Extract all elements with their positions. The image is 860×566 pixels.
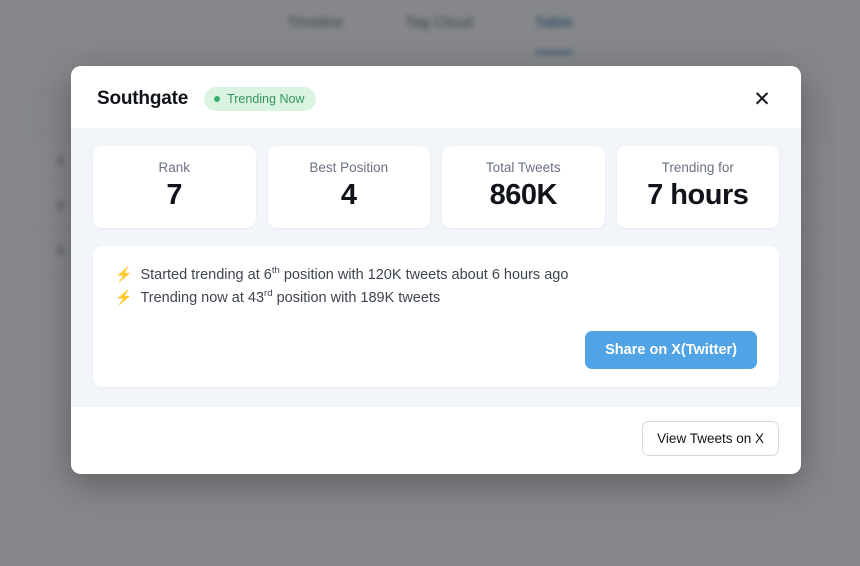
detail-ordinal: th (271, 265, 280, 277)
stat-label: Total Tweets (485, 160, 561, 175)
stat-card-total-tweets: Total Tweets 860K (442, 146, 605, 229)
dialog-header: Southgate Trending Now ✕ (71, 66, 801, 128)
stat-value: 7 (166, 179, 183, 211)
stats-row: Rank 7 Best Position 4 Total Tweets 860K… (93, 146, 779, 229)
stat-label: Rank (158, 160, 190, 175)
stat-value: 4 (340, 179, 357, 211)
view-tweets-on-x-button[interactable]: View Tweets on X (642, 421, 779, 457)
lightning-bolt-icon: ⚡ (115, 288, 133, 305)
stat-label: Trending for (661, 160, 734, 175)
detail-line-started: ⚡ Started trending at 6th position with … (115, 264, 757, 286)
share-on-x-button[interactable]: Share on X(Twitter) (585, 331, 757, 370)
status-badge: Trending Now (204, 87, 317, 111)
trend-details-card: ⚡ Started trending at 6th position with … (93, 246, 779, 388)
detail-text-post: position with 189K tweets (272, 289, 441, 306)
detail-line-current: ⚡ Trending now at 43rd position with 189… (115, 287, 757, 309)
stat-card-trending-for: Trending for 7 hours (616, 146, 779, 229)
lightning-bolt-icon: ⚡ (115, 266, 133, 283)
dialog-footer: View Tweets on X (71, 407, 801, 475)
stat-value: 7 hours (647, 179, 749, 211)
stat-card-best-position: Best Position 4 (267, 146, 430, 229)
status-badge-label: Trending Now (227, 92, 305, 106)
detail-ordinal: rd (264, 287, 273, 299)
detail-text-post: position with 120K tweets about 6 hours … (279, 267, 569, 284)
page-title: Southgate (97, 88, 189, 109)
status-dot-icon (214, 96, 221, 102)
detail-text-pre: Started trending at 6 (140, 267, 272, 284)
stat-label: Best Position (309, 160, 389, 175)
trend-detail-dialog: Southgate Trending Now ✕ Rank 7 Best Pos… (71, 66, 801, 475)
dialog-body: Rank 7 Best Position 4 Total Tweets 860K… (71, 128, 801, 408)
close-icon[interactable]: ✕ (749, 86, 775, 112)
detail-text: Trending now at 43rd position with 189K … (140, 287, 440, 309)
share-row: Share on X(Twitter) (115, 331, 757, 370)
detail-text: Started trending at 6th position with 12… (140, 264, 568, 286)
stat-value: 860K (489, 179, 558, 211)
stat-card-rank: Rank 7 (93, 146, 256, 229)
detail-text-pre: Trending now at 43 (140, 289, 265, 306)
